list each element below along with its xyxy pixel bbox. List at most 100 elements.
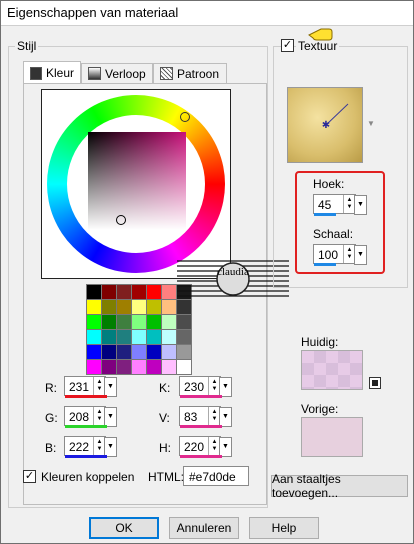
cancel-button[interactable]: Annuleren xyxy=(169,517,239,539)
add-to-swatches-button[interactable]: Aan staaltjes toevoegen... xyxy=(271,472,408,500)
color-swatch[interactable] xyxy=(147,360,161,374)
color-swatch[interactable] xyxy=(102,315,116,329)
add-to-swatches-label: Aan staaltjes toevoegen... xyxy=(272,472,341,500)
lightness-bar xyxy=(180,425,222,428)
color-swatch[interactable] xyxy=(87,285,101,299)
color-swatch[interactable] xyxy=(177,360,191,374)
color-swatch[interactable] xyxy=(147,345,161,359)
angle-input[interactable]: 45 ▲ ▼ ▼ xyxy=(313,194,367,216)
color-picker-area[interactable] xyxy=(41,89,231,279)
sv-marker[interactable] xyxy=(116,215,126,225)
scale-label: Schaal: xyxy=(313,227,354,241)
color-swatch[interactable] xyxy=(117,360,131,374)
tab-color-label: Kleur xyxy=(45,66,74,80)
previous-color-preview xyxy=(301,417,363,457)
lightness-value: 83 xyxy=(184,410,198,424)
color-swatch[interactable] xyxy=(147,300,161,314)
color-swatch[interactable] xyxy=(162,360,176,374)
hue-dropdown[interactable]: ▼ xyxy=(219,437,232,457)
color-swatch[interactable] xyxy=(102,285,116,299)
lightness-input[interactable]: 83 ▲ ▼ ▼ xyxy=(179,406,232,428)
hue-input[interactable]: 220 ▲ ▼ ▼ xyxy=(179,436,232,458)
angle-label: Hoek: xyxy=(313,177,345,191)
angle-value: 45 xyxy=(318,198,332,212)
color-swatch[interactable] xyxy=(87,315,101,329)
texture-angle-indicator: ✱ xyxy=(322,103,349,131)
blue-dropdown[interactable]: ▼ xyxy=(104,437,117,457)
color-swatch[interactable] xyxy=(147,285,161,299)
tab-gradient[interactable]: Verloop xyxy=(81,63,153,83)
color-swatch[interactable] xyxy=(162,300,176,314)
saturation-dropdown[interactable]: ▼ xyxy=(219,377,232,397)
color-swatch[interactable] xyxy=(102,360,116,374)
tab-color[interactable]: Kleur xyxy=(23,61,81,84)
color-swatch[interactable] xyxy=(162,330,176,344)
angle-dropdown[interactable]: ▼ xyxy=(354,195,367,215)
color-swatch[interactable] xyxy=(117,300,131,314)
html-color-input[interactable]: #e7d0de xyxy=(183,466,249,486)
color-swatch[interactable] xyxy=(147,330,161,344)
link-colors-checkbox[interactable]: ✓ xyxy=(23,470,36,483)
color-swatch[interactable] xyxy=(87,345,101,359)
color-swatch[interactable] xyxy=(177,315,191,329)
color-swatch[interactable] xyxy=(177,330,191,344)
color-swatch[interactable] xyxy=(117,315,131,329)
tab-gradient-label: Verloop xyxy=(105,66,146,81)
blue-input[interactable]: 222 ▲ ▼ ▼ xyxy=(64,436,117,458)
title-bar: Eigenschappen van materiaal xyxy=(1,1,413,26)
green-value: 208 xyxy=(69,410,90,424)
ok-label: OK xyxy=(115,521,133,535)
value-label: V: xyxy=(159,411,170,425)
red-bar xyxy=(65,395,107,398)
color-swatch[interactable] xyxy=(162,345,176,359)
scale-dropdown[interactable]: ▼ xyxy=(354,245,367,265)
color-swatch[interactable] xyxy=(87,300,101,314)
lightness-dropdown[interactable]: ▼ xyxy=(219,407,232,427)
saturation-label: K: xyxy=(159,381,171,395)
texture-dropdown-arrow[interactable]: ▼ xyxy=(367,119,375,128)
color-swatch[interactable] xyxy=(177,345,191,359)
color-swatch[interactable] xyxy=(147,315,161,329)
red-dropdown[interactable]: ▼ xyxy=(104,377,117,397)
hue-marker[interactable] xyxy=(180,112,190,122)
cancel-label: Annuleren xyxy=(176,521,232,535)
color-swatch[interactable] xyxy=(117,330,131,344)
hue-value: 220 xyxy=(184,440,205,454)
red-input[interactable]: 231 ▲ ▼ ▼ xyxy=(64,376,117,398)
help-button[interactable]: Help xyxy=(249,517,319,539)
scale-bar xyxy=(314,263,336,266)
tab-pattern[interactable]: Patroon xyxy=(153,63,227,83)
color-swatch[interactable] xyxy=(162,315,176,329)
color-swatch[interactable] xyxy=(132,300,146,314)
texture-preview[interactable]: ✱ xyxy=(287,87,363,163)
color-swatch[interactable] xyxy=(162,285,176,299)
color-swatch[interactable] xyxy=(132,315,146,329)
saturation-input[interactable]: 230 ▲ ▼ ▼ xyxy=(179,376,232,398)
red-value: 231 xyxy=(69,380,90,394)
style-group-label: Stijl xyxy=(15,39,39,53)
color-swatch[interactable] xyxy=(132,330,146,344)
color-swatch[interactable] xyxy=(87,330,101,344)
html-color-value: #e7d0de xyxy=(189,470,236,484)
window-title: Eigenschappen van materiaal xyxy=(7,5,179,20)
blue-label: B: xyxy=(45,441,57,455)
color-swatch[interactable] xyxy=(132,285,146,299)
color-swatch[interactable] xyxy=(132,345,146,359)
saturation-value-square[interactable] xyxy=(88,132,186,230)
material-properties-dialog: Eigenschappen van materiaal Stijl Kleur … xyxy=(0,0,414,544)
ok-button[interactable]: OK xyxy=(89,517,159,539)
color-swatch[interactable] xyxy=(117,285,131,299)
color-swatch[interactable] xyxy=(132,360,146,374)
color-swatch[interactable] xyxy=(102,300,116,314)
scale-input[interactable]: 100 ▲ ▼ ▼ xyxy=(313,244,367,266)
swap-colors-icon[interactable] xyxy=(369,377,381,389)
color-swatch[interactable] xyxy=(117,345,131,359)
pattern-tab-icon xyxy=(160,67,173,80)
blue-value: 222 xyxy=(69,440,90,454)
color-swatch[interactable] xyxy=(102,330,116,344)
color-swatch[interactable] xyxy=(87,360,101,374)
green-dropdown[interactable]: ▼ xyxy=(104,407,117,427)
texture-checkbox[interactable]: ✓ xyxy=(281,39,294,52)
green-input[interactable]: 208 ▲ ▼ ▼ xyxy=(64,406,117,428)
color-swatch[interactable] xyxy=(102,345,116,359)
